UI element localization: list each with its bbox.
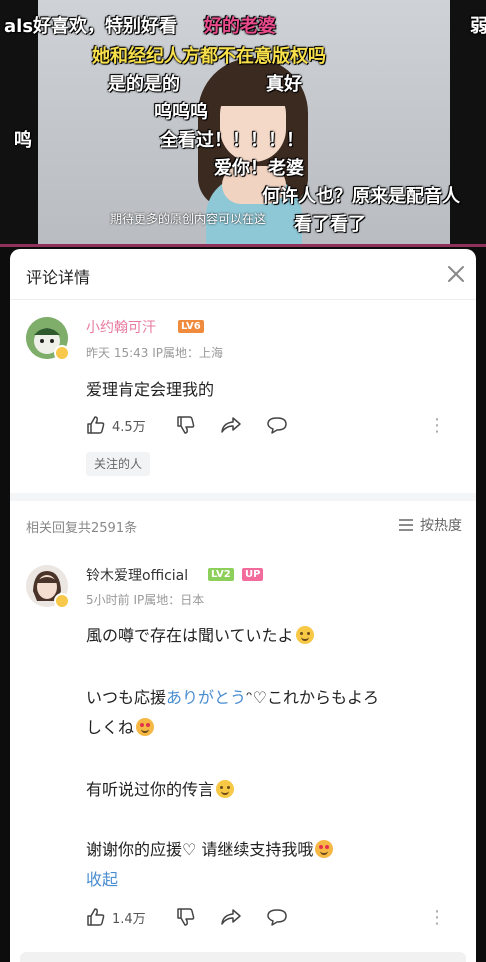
danmaku-comment: 她和经纪人方都不在意版权吗 bbox=[92, 46, 326, 67]
thumbs-down-icon bbox=[177, 908, 195, 926]
danmaku-comment: 何许人也？原来是配音人 bbox=[262, 186, 460, 207]
reply-text-line: しくね bbox=[86, 717, 155, 739]
reply-text-line: いつも応援ありがとうᵔ♡これからもよろ bbox=[86, 688, 379, 707]
comment-username[interactable]: 小约翰可汗 bbox=[86, 317, 156, 337]
verified-icon bbox=[54, 345, 70, 361]
comment-meta: 昨天 15:43 IP属地：上海 bbox=[86, 346, 223, 360]
panel-header: 评论详情 bbox=[10, 249, 476, 300]
reply-button[interactable] bbox=[266, 415, 288, 435]
reply-username[interactable]: 铃木爱理official bbox=[86, 565, 188, 585]
thumbs-down-icon bbox=[177, 416, 195, 434]
like-count: 4.5万 bbox=[112, 419, 146, 435]
like-button[interactable]: 1.4万 bbox=[86, 907, 146, 927]
love-emoji-icon bbox=[136, 718, 155, 736]
level-badge: LV2 bbox=[208, 568, 234, 581]
danmaku-comment: 好的老婆 bbox=[204, 16, 276, 37]
reply-text-line: 谢谢你的应援♡ 请继续支持我哦 bbox=[86, 839, 334, 861]
comment-actions: 4.5万 ⋮ bbox=[86, 415, 466, 439]
love-emoji-icon bbox=[315, 840, 334, 858]
close-icon[interactable] bbox=[444, 262, 468, 286]
reply-text-line: 有听说过你的传言 bbox=[86, 779, 235, 801]
sort-label: 按热度 bbox=[420, 518, 462, 534]
section-divider bbox=[10, 493, 476, 501]
reply-button[interactable] bbox=[266, 907, 288, 927]
reply-meta: 5小时前 IP属地：日本 bbox=[86, 593, 205, 607]
more-icon[interactable]: ⋮ bbox=[428, 415, 446, 436]
sort-button[interactable]: 按热度 bbox=[398, 515, 462, 535]
thumbs-up-icon bbox=[87, 908, 105, 926]
danmaku-comment: 看了看了 bbox=[294, 214, 366, 235]
share-button[interactable] bbox=[220, 415, 242, 435]
collapse-link[interactable]: 收起 bbox=[86, 869, 118, 891]
comment-text: 爱理肯定会理我的 bbox=[86, 380, 215, 399]
more-icon[interactable]: ⋮ bbox=[428, 907, 446, 928]
share-icon bbox=[221, 909, 241, 925]
level-badge: LV6 bbox=[178, 320, 204, 333]
danmaku-comment: 爱你！老婆 bbox=[214, 158, 304, 179]
follow-tag: 关注的人 bbox=[86, 452, 151, 476]
danmaku-comment: als好喜欢，特别好看 bbox=[4, 16, 178, 37]
comment-detail-panel: 评论详情 小约翰可汗 LV6 昨天 15:43 IP属地：上海 爱理肯定会理我的… bbox=[10, 249, 476, 962]
up-badge: UP bbox=[242, 568, 264, 581]
danmaku-comment: 全看过！！！！！ bbox=[160, 130, 304, 151]
video-progress-accent bbox=[0, 244, 486, 247]
sort-icon bbox=[399, 519, 413, 531]
link-text[interactable]: ありがとう bbox=[166, 688, 246, 707]
danmaku-comment: 真好 bbox=[266, 74, 302, 95]
danmaku-comment: 是的是的 bbox=[108, 74, 180, 95]
reply-actions: 1.4万 ⋮ bbox=[86, 907, 466, 931]
dislike-button[interactable] bbox=[176, 415, 196, 435]
reply-text-line: 風の噂で存在は聞いていたよ bbox=[86, 625, 314, 647]
video-player[interactable]: als好喜欢，特别好看 好的老婆 弱 她和经纪人方都不在意版权吗 是的是的 真好… bbox=[0, 0, 486, 244]
danmaku-comment: 弱 bbox=[470, 16, 486, 37]
panel-title: 评论详情 bbox=[26, 268, 91, 287]
share-button[interactable] bbox=[220, 907, 242, 927]
replies-count: 相关回复共2591条 bbox=[26, 521, 138, 536]
smirk-emoji-icon bbox=[216, 780, 235, 798]
reply-input-bar[interactable] bbox=[20, 952, 466, 962]
like-button[interactable]: 4.5万 bbox=[86, 415, 146, 435]
smirk-emoji-icon bbox=[295, 626, 314, 644]
comment-bubble-icon bbox=[267, 909, 287, 926]
video-caption: 期待更多的原创内容可以在这 bbox=[110, 212, 267, 226]
like-count: 1.4万 bbox=[112, 911, 146, 927]
thumbs-up-icon bbox=[87, 416, 105, 434]
danmaku-comment: 鸣 bbox=[14, 130, 32, 151]
verified-icon bbox=[54, 593, 70, 609]
danmaku-comment: 呜呜呜 bbox=[154, 102, 208, 123]
replies-bar: 相关回复共2591条 按热度 bbox=[10, 501, 476, 549]
dislike-button[interactable] bbox=[176, 907, 196, 927]
comment-bubble-icon bbox=[267, 417, 287, 434]
share-icon bbox=[221, 417, 241, 433]
